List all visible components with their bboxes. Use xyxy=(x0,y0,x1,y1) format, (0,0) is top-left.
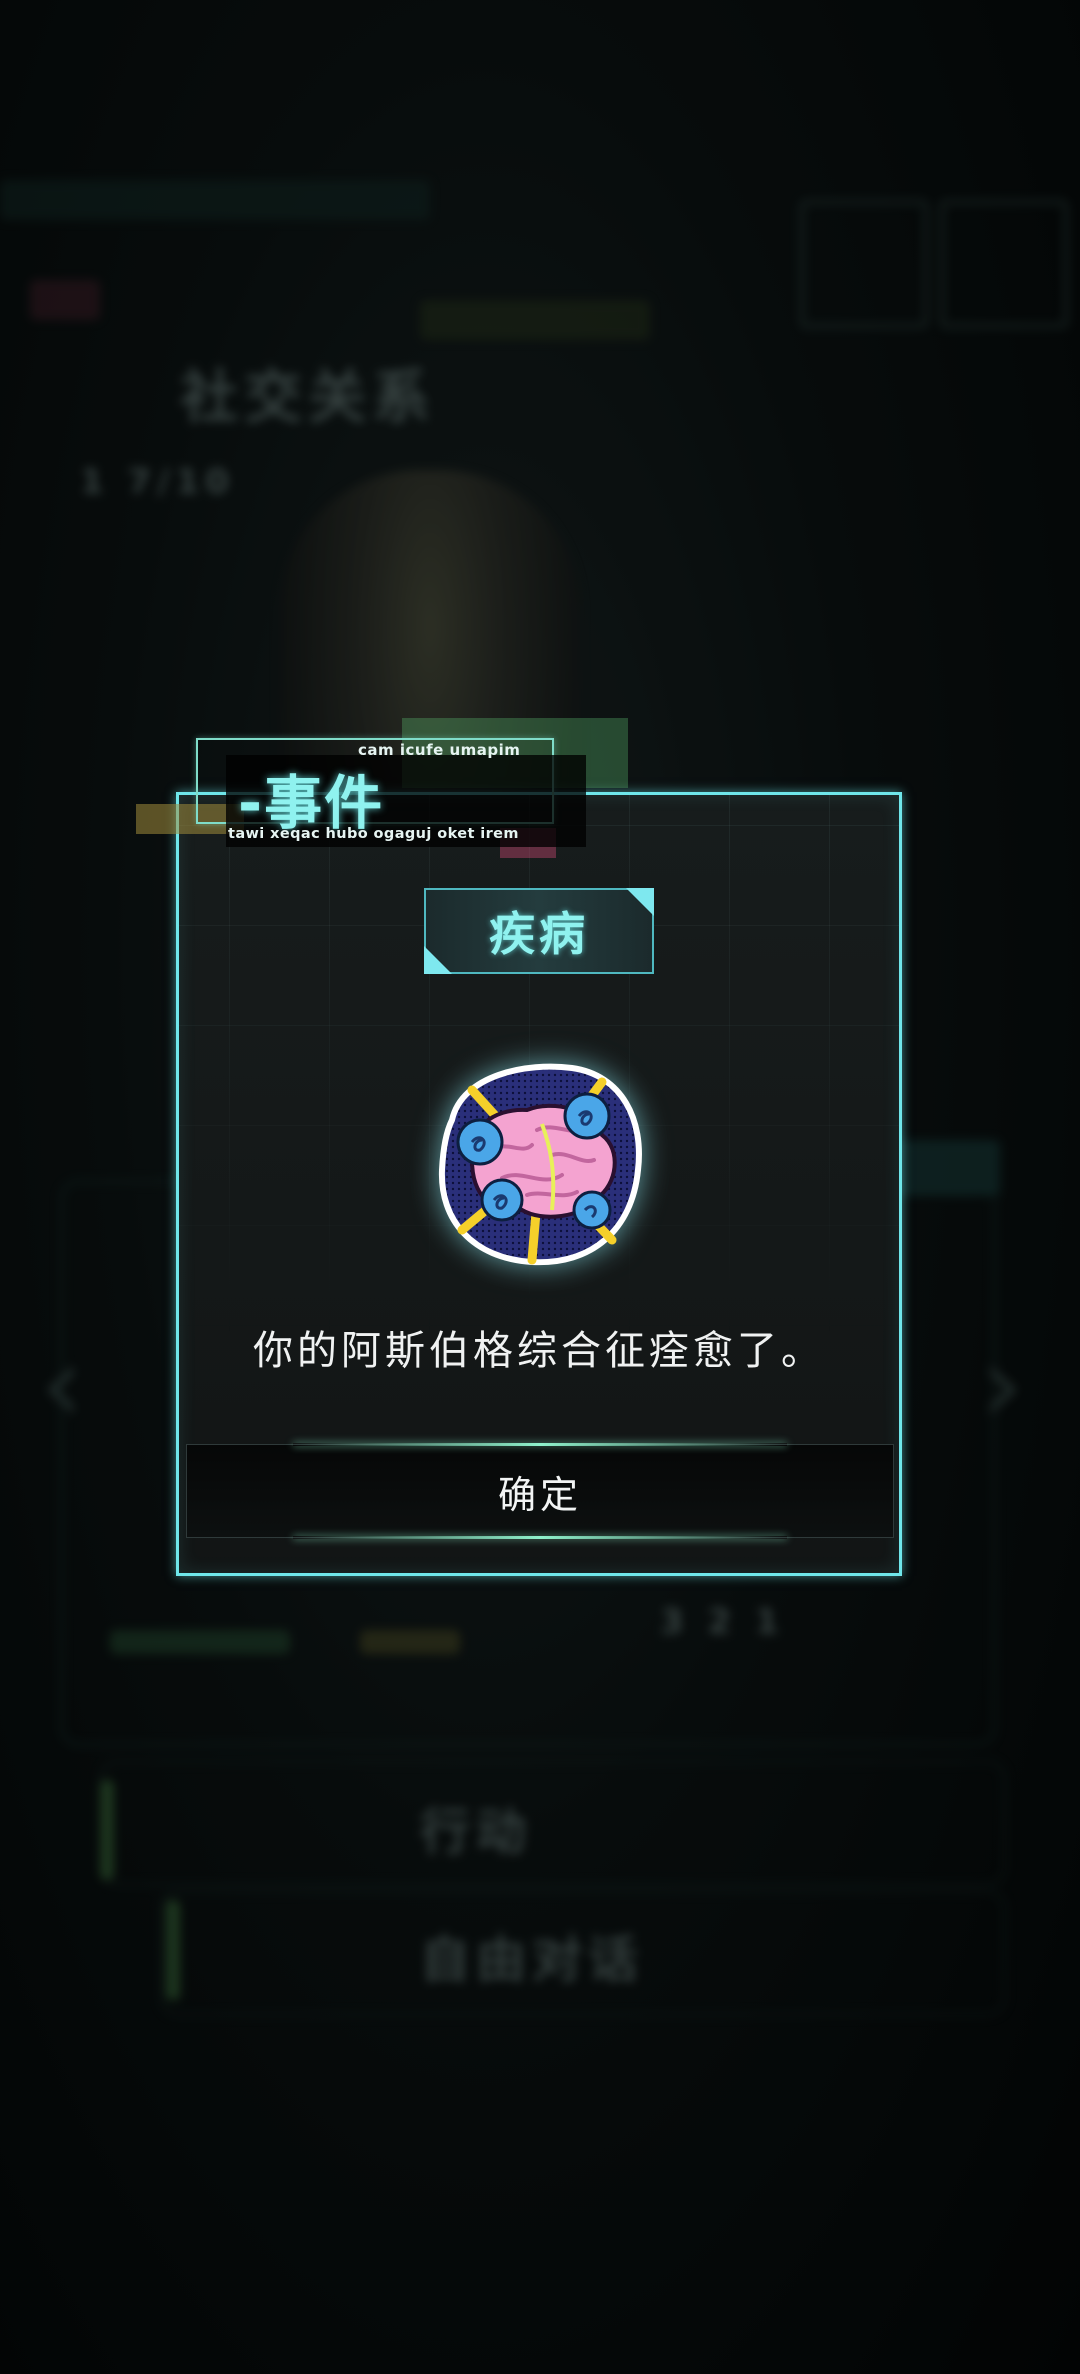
category-tag-label: 疾病 xyxy=(489,907,589,961)
event-message: 你的阿斯伯格综合征痊愈了。 xyxy=(253,1328,825,1374)
game-screen: 社交关系 1 7/10 ‹ › 3 2 1 行动 自由对话 cam icufe … xyxy=(0,0,1080,2374)
category-tag: 疾病 xyxy=(424,888,654,974)
confirm-button-label: 确定 xyxy=(497,1472,582,1517)
header-bottom-caption: tawi xeqac hubo ogaguj oket irem xyxy=(228,826,519,842)
confirm-button[interactable]: 确定 xyxy=(186,1443,894,1539)
brain-with-roses-icon xyxy=(432,1060,648,1270)
